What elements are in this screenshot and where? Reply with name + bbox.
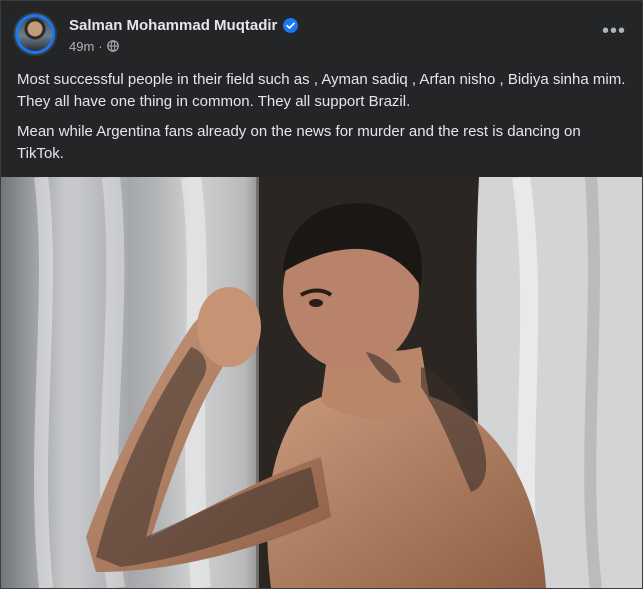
caption-paragraph-2: Mean while Argentina fans already on the… bbox=[17, 123, 581, 162]
facebook-post: Salman Mohammad Muqtadir 49m · ••• Most … bbox=[0, 0, 643, 589]
post-header: Salman Mohammad Muqtadir 49m · ••• bbox=[1, 1, 642, 63]
post-timestamp[interactable]: 49m bbox=[69, 39, 94, 54]
post-meta: 49m · bbox=[69, 38, 119, 54]
photo-illustration bbox=[1, 177, 642, 588]
verified-badge-icon bbox=[283, 17, 299, 33]
more-options-button[interactable]: ••• bbox=[600, 19, 628, 42]
globe-icon bbox=[106, 40, 119, 52]
caption-paragraph-1: Most successful people in their field su… bbox=[17, 71, 626, 110]
author-row: Salman Mohammad Muqtadir bbox=[69, 15, 299, 35]
author-avatar[interactable] bbox=[15, 14, 55, 54]
post-caption: Most successful people in their field su… bbox=[17, 69, 629, 173]
more-options-icon: ••• bbox=[601, 19, 626, 42]
post-photo[interactable] bbox=[1, 177, 642, 588]
meta-separator: · bbox=[98, 38, 103, 54]
author-name[interactable]: Salman Mohammad Muqtadir bbox=[69, 17, 277, 34]
avatar-image bbox=[18, 17, 52, 51]
